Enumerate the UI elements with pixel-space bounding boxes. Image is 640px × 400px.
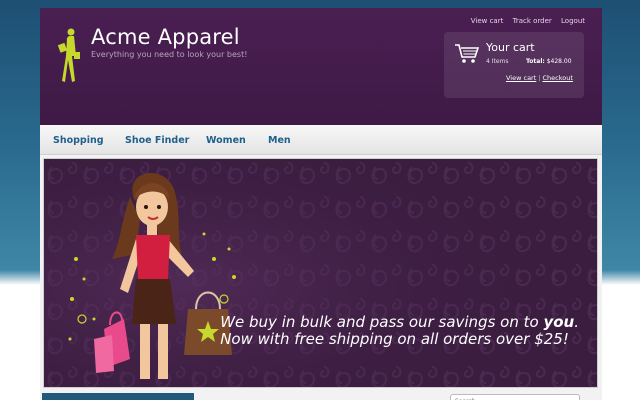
top-links: View cart Track order Logout <box>464 17 585 25</box>
cart-total: Total: $428.00 <box>526 58 572 65</box>
view-cart-link[interactable]: View cart <box>471 17 504 25</box>
nav-item-shoe-finder[interactable]: Shoe Finder <box>125 135 189 146</box>
page-container: Acme Apparel Everything you need to look… <box>40 8 602 400</box>
site-tagline: Everything you need to look your best! <box>91 50 248 59</box>
banner-line-2: Now with free shipping on all orders ove… <box>220 330 569 348</box>
cart-links: View cart | Checkout <box>506 74 573 82</box>
cart-view-cart-link[interactable]: View cart <box>506 74 536 82</box>
site-header: Acme Apparel Everything you need to look… <box>40 8 602 125</box>
search-input[interactable] <box>450 394 580 400</box>
logo-woman-icon <box>57 28 80 82</box>
banner-line-1-emphasis: you <box>543 313 575 331</box>
cart-link-separator: | <box>538 74 541 82</box>
promo-banner[interactable]: We buy in bulk and pass our savings on t… <box>43 158 598 388</box>
checkout-link[interactable]: Checkout <box>542 74 572 82</box>
cart-total-label: Total: <box>526 58 545 65</box>
track-order-link[interactable]: Track order <box>513 17 552 25</box>
cart-summary: Your cart 4 Items Total: $428.00 View ca… <box>444 32 584 98</box>
banner-line-1-end: . <box>574 313 579 331</box>
nav-item-men[interactable]: Men <box>268 135 291 146</box>
shopping-cart-icon <box>455 44 480 63</box>
banner-line-1-text: We buy in bulk and pass our savings on t… <box>220 313 544 331</box>
main-nav: Shopping Shoe Finder Women Men <box>40 125 602 155</box>
cart-total-value: $428.00 <box>546 58 572 65</box>
cart-title: Your cart <box>486 41 535 54</box>
site-title[interactable]: Acme Apparel <box>91 25 240 49</box>
logout-link[interactable]: Logout <box>561 17 585 25</box>
cart-item-count: 4 Items <box>486 58 509 65</box>
banner-line-1: We buy in bulk and pass our savings on t… <box>220 314 579 331</box>
nav-item-women[interactable]: Women <box>206 135 246 146</box>
woman-shopping-illustration <box>68 172 236 379</box>
banner-promo-text: We buy in bulk and pass our savings on t… <box>220 314 579 348</box>
nav-item-shopping[interactable]: Shopping <box>53 135 104 146</box>
sidebar-header-strip <box>42 393 194 400</box>
